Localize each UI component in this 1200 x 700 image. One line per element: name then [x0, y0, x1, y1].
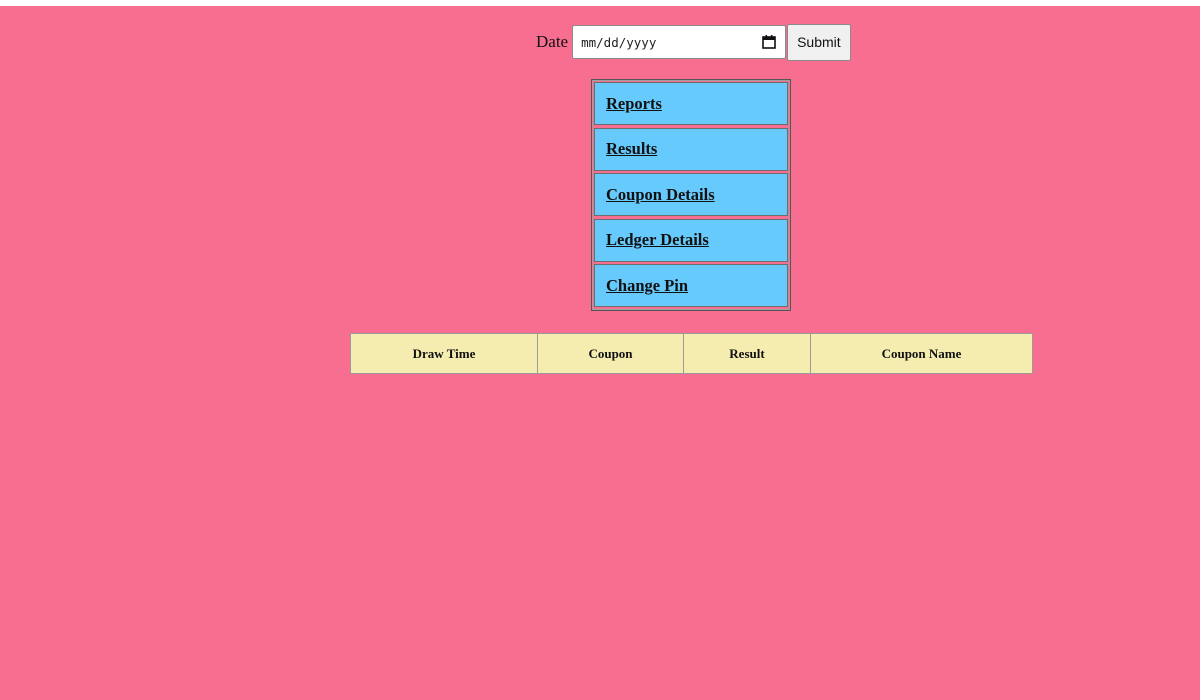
- menu-link-ledger-details[interactable]: Ledger Details: [606, 230, 709, 250]
- menu-link-change-pin[interactable]: Change Pin: [606, 276, 688, 296]
- nav-menu: Reports Results Coupon Details Ledger De…: [591, 79, 791, 311]
- date-form: Date mm/dd/yyyy Submit: [536, 23, 851, 61]
- results-table: Draw Time Coupon Result Coupon Name: [350, 333, 1033, 374]
- calendar-icon[interactable]: [761, 34, 777, 50]
- menu-link-coupon-details[interactable]: Coupon Details: [606, 185, 715, 205]
- date-input[interactable]: mm/dd/yyyy: [572, 25, 787, 59]
- menu-item-ledger-details[interactable]: Ledger Details: [594, 218, 788, 262]
- table-header-row: Draw Time Coupon Result Coupon Name: [350, 333, 1033, 374]
- menu-item-change-pin[interactable]: Change Pin: [594, 264, 788, 307]
- menu-link-results[interactable]: Results: [606, 139, 657, 159]
- date-input-placeholder: mm/dd/yyyy: [581, 34, 657, 50]
- menu-item-coupon-details[interactable]: Coupon Details: [594, 173, 788, 216]
- top-border: [0, 0, 1200, 6]
- menu-item-results[interactable]: Results: [594, 127, 788, 171]
- header-coupon-name: Coupon Name: [810, 333, 1033, 374]
- date-label: Date: [536, 32, 569, 51]
- menu-link-reports[interactable]: Reports: [606, 94, 662, 114]
- submit-button[interactable]: Submit: [787, 23, 851, 61]
- header-coupon: Coupon: [537, 333, 684, 374]
- menu-item-reports[interactable]: Reports: [594, 82, 788, 125]
- header-draw-time: Draw Time: [350, 333, 538, 374]
- header-result: Result: [683, 333, 811, 374]
